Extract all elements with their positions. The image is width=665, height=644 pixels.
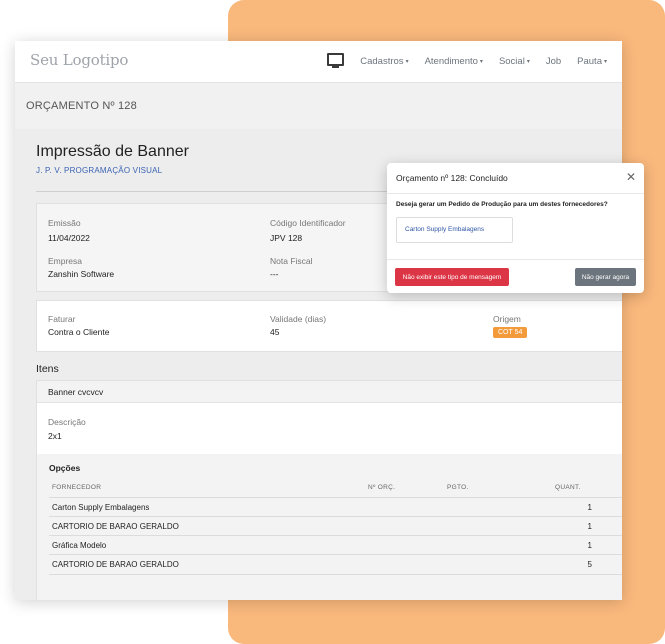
row-quantity: 1 (587, 541, 592, 550)
nota-fiscal-label: Nota Fiscal (270, 256, 313, 266)
client-link[interactable]: J. P. V. PROGRAMAÇÃO VISUAL (36, 166, 162, 175)
row-quantity: 5 (587, 560, 592, 569)
page-title: ORÇAMENTO Nº 128 (26, 100, 137, 112)
chevron-down-icon: ▾ (526, 59, 530, 65)
table-row[interactable]: CARTORIO DE BARAO GERALDO 1 (49, 516, 622, 536)
dont-show-button[interactable]: Não exibir este tipo de mensagem (395, 268, 509, 286)
item-header: Banner cvcvcv (37, 381, 622, 403)
validade-value: 45 (270, 327, 280, 337)
close-icon[interactable]: ✕ (626, 170, 636, 184)
col-pgto: PGTO. (447, 484, 469, 491)
options-section: Opções FORNECEDOR Nº ORÇ. PGTO. QUANT. C… (37, 454, 622, 600)
codigo-value: JPV 128 (270, 233, 303, 243)
row-quantity: 1 (587, 522, 592, 531)
items-card: Banner cvcvcv Descrição 2x1 Opções FORNE… (36, 380, 622, 600)
emissao-value: 11/04/2022 (48, 233, 90, 243)
row-supplier: Gráfica Modelo (52, 541, 107, 550)
options-title: Opções (49, 463, 81, 473)
nav-item-cadastros[interactable]: Cadastros ▾ (360, 56, 408, 67)
navbar: Seu Logotipo Cadastros ▾ Atendimento ▾ Soc… (15, 41, 622, 83)
nota-fiscal-value: --- (270, 269, 279, 279)
table-row[interactable]: CARTORIO DE BARAO GERALDO 5 (49, 554, 622, 575)
faturar-label: Faturar (48, 314, 76, 324)
items-heading: Itens (36, 363, 59, 375)
row-quantity: 1 (587, 503, 592, 512)
emissao-label: Emissão (48, 218, 81, 228)
codigo-label: Código Identificador (270, 218, 346, 228)
modal-divider (387, 259, 644, 260)
supplier-option-button[interactable]: Carton Supply Embalagens (396, 217, 513, 243)
app-window: Seu Logotipo Cadastros ▾ Atendimento ▾ Soc… (15, 41, 622, 600)
not-now-button[interactable]: Não gerar agora (575, 268, 636, 286)
col-quant: QUANT. (555, 484, 581, 491)
nav-item-atendimento[interactable]: Atendimento ▾ (425, 56, 483, 67)
empresa-value: Zanshin Software (48, 269, 115, 279)
row-supplier: CARTORIO DE BARAO GERALDO (52, 522, 179, 531)
document-title: Impressão de Banner (36, 143, 189, 160)
origem-label: Origem (493, 314, 521, 324)
billing-card: Faturar Contra o Cliente Validade (dias)… (36, 300, 622, 352)
chevron-down-icon: ▾ (405, 59, 409, 65)
nav-item-job[interactable]: Job (546, 56, 561, 67)
modal-title: Orçamento nº 128: Concluído (396, 173, 508, 183)
table-row[interactable]: Gráfica Modelo 1 (49, 535, 622, 555)
nav-menu: Cadastros ▾ Atendimento ▾ Social ▾ Job Paut… (327, 41, 607, 82)
col-num-orc: Nº ORÇ. (368, 484, 396, 491)
description-label: Descrição (48, 417, 86, 427)
nav-item-social[interactable]: Social ▾ (499, 56, 530, 67)
col-fornecedor: FORNECEDOR (52, 484, 102, 491)
chevron-down-icon: ▾ (479, 59, 483, 65)
completion-modal: Orçamento nº 128: Concluído ✕ Deseja ger… (387, 163, 644, 293)
page-header: ORÇAMENTO Nº 128 (15, 83, 622, 130)
modal-header: Orçamento nº 128: Concluído ✕ (387, 163, 644, 194)
item-name: Banner cvcvcv (48, 387, 104, 397)
chevron-down-icon: ▾ (603, 59, 607, 65)
table-row[interactable]: Carton Supply Embalagens 1 (49, 497, 622, 517)
nav-item-pauta[interactable]: Pauta ▾ (577, 56, 607, 67)
logo[interactable]: Seu Logotipo (30, 51, 128, 69)
modal-question: Deseja gerar um Pedido de Produção para … (396, 201, 608, 208)
faturar-value: Contra o Cliente (48, 327, 110, 337)
description-value: 2x1 (48, 431, 62, 441)
row-supplier: Carton Supply Embalagens (52, 503, 150, 512)
origem-badge[interactable]: COT 54 (493, 327, 528, 338)
supplier-option-label: Carton Supply Embalagens (405, 226, 485, 233)
monitor-icon[interactable] (327, 53, 345, 68)
empresa-label: Empresa (48, 256, 83, 266)
validade-label: Validade (dias) (270, 314, 327, 324)
row-supplier: CARTORIO DE BARAO GERALDO (52, 560, 179, 569)
